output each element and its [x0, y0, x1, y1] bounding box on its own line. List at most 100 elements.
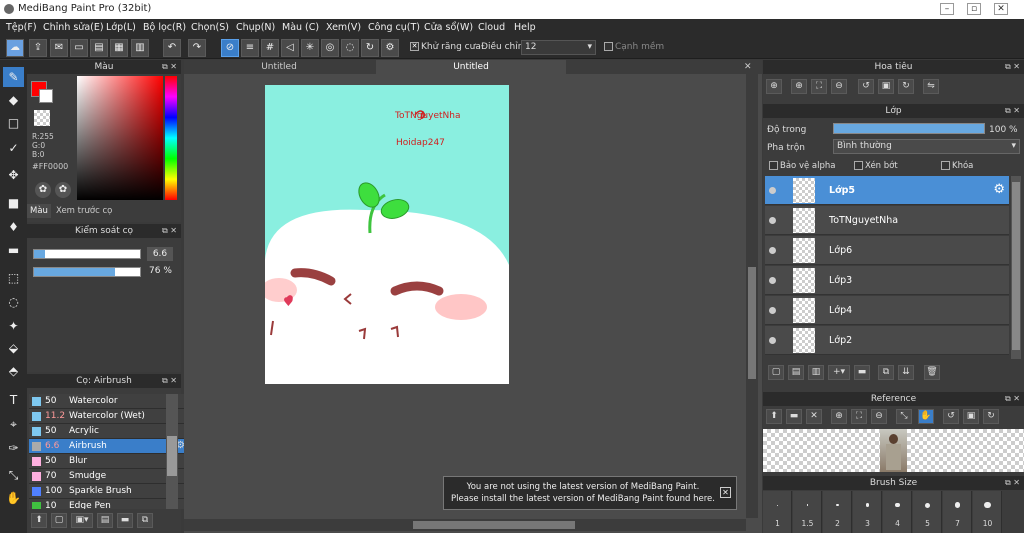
menu-filter[interactable]: Bộ lọc(R)	[143, 22, 186, 33]
correction-select[interactable]: 12 ▾	[521, 40, 596, 55]
smooth-checkbox[interactable]: Cạnh mềm	[604, 42, 664, 52]
menu-view[interactable]: Xem(V)	[326, 22, 361, 33]
menu-file[interactable]: Tệp(F)	[6, 22, 37, 33]
snap-parallel-icon[interactable]: ≡	[241, 39, 259, 57]
brush-item[interactable]: 100 Sparkle Brush	[29, 484, 189, 499]
brush-size-cell[interactable]: 5	[913, 491, 942, 533]
fill-rect-tool-icon[interactable]: ■	[3, 193, 24, 213]
reference-actual-size-icon[interactable]: ▣	[963, 409, 979, 424]
update-notification[interactable]: You are not using the latest version of …	[443, 476, 737, 510]
menu-tools[interactable]: Công cụ(T)	[368, 22, 420, 33]
eye-icon[interactable]	[769, 247, 776, 254]
eye-icon[interactable]	[769, 277, 776, 284]
duplicate-layer-icon[interactable]: ⧉	[878, 365, 894, 380]
maximize-button[interactable]: ▫	[967, 3, 981, 15]
panel-options-icon[interactable]: ⧉ ✕	[1005, 104, 1020, 118]
brush-item[interactable]: 70 Smudge	[29, 469, 189, 484]
cloud-icon[interactable]: ☁	[6, 39, 24, 57]
menu-help[interactable]: Help	[514, 22, 536, 33]
magic-wand-icon[interactable]: ✦	[3, 316, 24, 336]
eye-icon[interactable]	[769, 337, 776, 344]
brush-item[interactable]: 10 Edge Pen	[29, 499, 189, 509]
undo-icon[interactable]: ↶	[163, 39, 181, 57]
panel-options-icon[interactable]: ⧉ ✕	[1005, 60, 1020, 74]
brush-item[interactable]: 50 Watercolor	[29, 394, 189, 409]
vertical-scrollbar[interactable]	[746, 74, 758, 518]
secondary-color-swatch[interactable]	[39, 89, 53, 103]
layer-row[interactable]: Lớp5 ⚙	[765, 176, 1009, 205]
operation-tool-icon[interactable]: ⌖	[3, 414, 24, 434]
layer-row[interactable]: Lớp6	[765, 236, 1009, 265]
brush-item[interactable]: 50 Blur	[29, 454, 189, 469]
reference-hand-icon[interactable]: ✋	[918, 409, 934, 424]
layer-row[interactable]: Lớp4	[765, 296, 1009, 325]
transparent-color-swatch[interactable]	[34, 110, 50, 126]
brush-size-cell[interactable]: 10	[973, 491, 1002, 533]
layer-opacity-slider[interactable]	[833, 123, 985, 134]
eye-icon[interactable]	[769, 187, 776, 194]
menu-cloud[interactable]: Cloud	[478, 22, 505, 33]
new-8bit-layer-icon[interactable]: ▥	[808, 365, 824, 380]
snap-settings-icon[interactable]: ⚙	[381, 39, 399, 57]
notification-close-icon[interactable]: ✕	[720, 487, 731, 498]
eye-icon[interactable]	[769, 307, 776, 314]
rectangle-tool-icon[interactable]: □	[3, 113, 24, 133]
brush-size-cell[interactable]: 7	[943, 491, 972, 533]
reference-rotate-left-icon[interactable]: ↺	[943, 409, 959, 424]
brush-size-value[interactable]: 6.6	[147, 247, 173, 261]
hue-slider[interactable]	[165, 76, 177, 200]
eyedropper-tool-icon[interactable]: ⤡	[3, 465, 24, 485]
redo-icon[interactable]: ↷	[188, 39, 206, 57]
hand-tool-icon[interactable]: ✋	[3, 488, 24, 508]
fit-window-icon[interactable]: ⛶	[811, 79, 827, 94]
tab-untitled-2[interactable]: Untitled	[376, 60, 566, 74]
layer-row[interactable]: Lớp3	[765, 266, 1009, 295]
brush-list-scroll-thumb[interactable]	[167, 436, 177, 476]
zoom-in-icon[interactable]: ⊕	[766, 79, 782, 94]
brush-add-icon[interactable]: ⬆	[31, 513, 47, 528]
new-layer-icon[interactable]: ▢	[768, 365, 784, 380]
merge-layer-icon[interactable]: ⇊	[898, 365, 914, 380]
reference-fit-icon[interactable]: ⛶	[851, 409, 867, 424]
panel-options-icon[interactable]: ⧉ ✕	[162, 374, 177, 388]
panel-icon[interactable]: ▥	[131, 39, 149, 57]
delete-layer-icon[interactable]: 🗑	[924, 365, 940, 380]
snap-circle-icon[interactable]: ◎	[321, 39, 339, 57]
palette-icon[interactable]: ✿	[35, 182, 51, 198]
snap-vanish-icon[interactable]: ◁	[281, 39, 299, 57]
snap-curve-icon[interactable]: ◌	[341, 39, 359, 57]
close-tab-icon[interactable]: ✕	[744, 62, 752, 72]
clipping-checkbox[interactable]: Xén bớt	[854, 161, 898, 171]
panel-options-icon[interactable]: ⧉ ✕	[1005, 476, 1020, 490]
move-tool-icon[interactable]: ✥	[3, 165, 24, 185]
brush-size-cell[interactable]: 3	[853, 491, 882, 533]
brush-item[interactable]: 6.6 Airbrush ⚙	[29, 439, 189, 454]
snap-grid-icon[interactable]: #	[261, 39, 279, 57]
zoom-in-alt-icon[interactable]: ⊕	[791, 79, 807, 94]
snap-radial-icon[interactable]: ✳	[301, 39, 319, 57]
add-layer-menu-icon[interactable]: +▾	[828, 365, 850, 380]
template-icon[interactable]: ▦	[110, 39, 128, 57]
eraser-tool-icon[interactable]: ◆	[3, 90, 24, 110]
new-halftone-layer-icon[interactable]: ▤	[788, 365, 804, 380]
zoom-out-icon[interactable]: ⊖	[831, 79, 847, 94]
drawing-canvas[interactable]: ♥ ToTNguyetNha Hoidap247	[265, 85, 509, 384]
text-tool-icon[interactable]: T	[3, 390, 24, 410]
layer-list-scrollbar[interactable]	[1011, 176, 1021, 359]
reference-zoom-out-icon[interactable]: ⊖	[871, 409, 887, 424]
brush-menu-icon[interactable]: ▣▾	[71, 513, 93, 528]
reference-open-icon[interactable]: ▬	[786, 409, 802, 424]
select-eraser-icon[interactable]: ⬘	[3, 361, 24, 381]
snap-rotate-icon[interactable]: ↻	[361, 39, 379, 57]
brush-opacity-slider[interactable]	[33, 267, 141, 277]
lock-checkbox[interactable]: Khóa	[941, 161, 973, 171]
brush-copy-icon[interactable]: ⧉	[137, 513, 153, 528]
layer-folder-icon[interactable]: ▬	[854, 365, 870, 380]
tab-brush-preview[interactable]: Xem trước cọ	[53, 204, 115, 218]
snap-off-icon[interactable]: ⊘	[221, 39, 239, 57]
document-icon[interactable]: ▤	[90, 39, 108, 57]
panel-options-icon[interactable]: ⧉ ✕	[162, 60, 177, 74]
rotate-right-icon[interactable]: ↻	[898, 79, 914, 94]
brush-item[interactable]: 50 Acrylic	[29, 424, 189, 439]
tab-color[interactable]: Màu	[27, 204, 51, 218]
